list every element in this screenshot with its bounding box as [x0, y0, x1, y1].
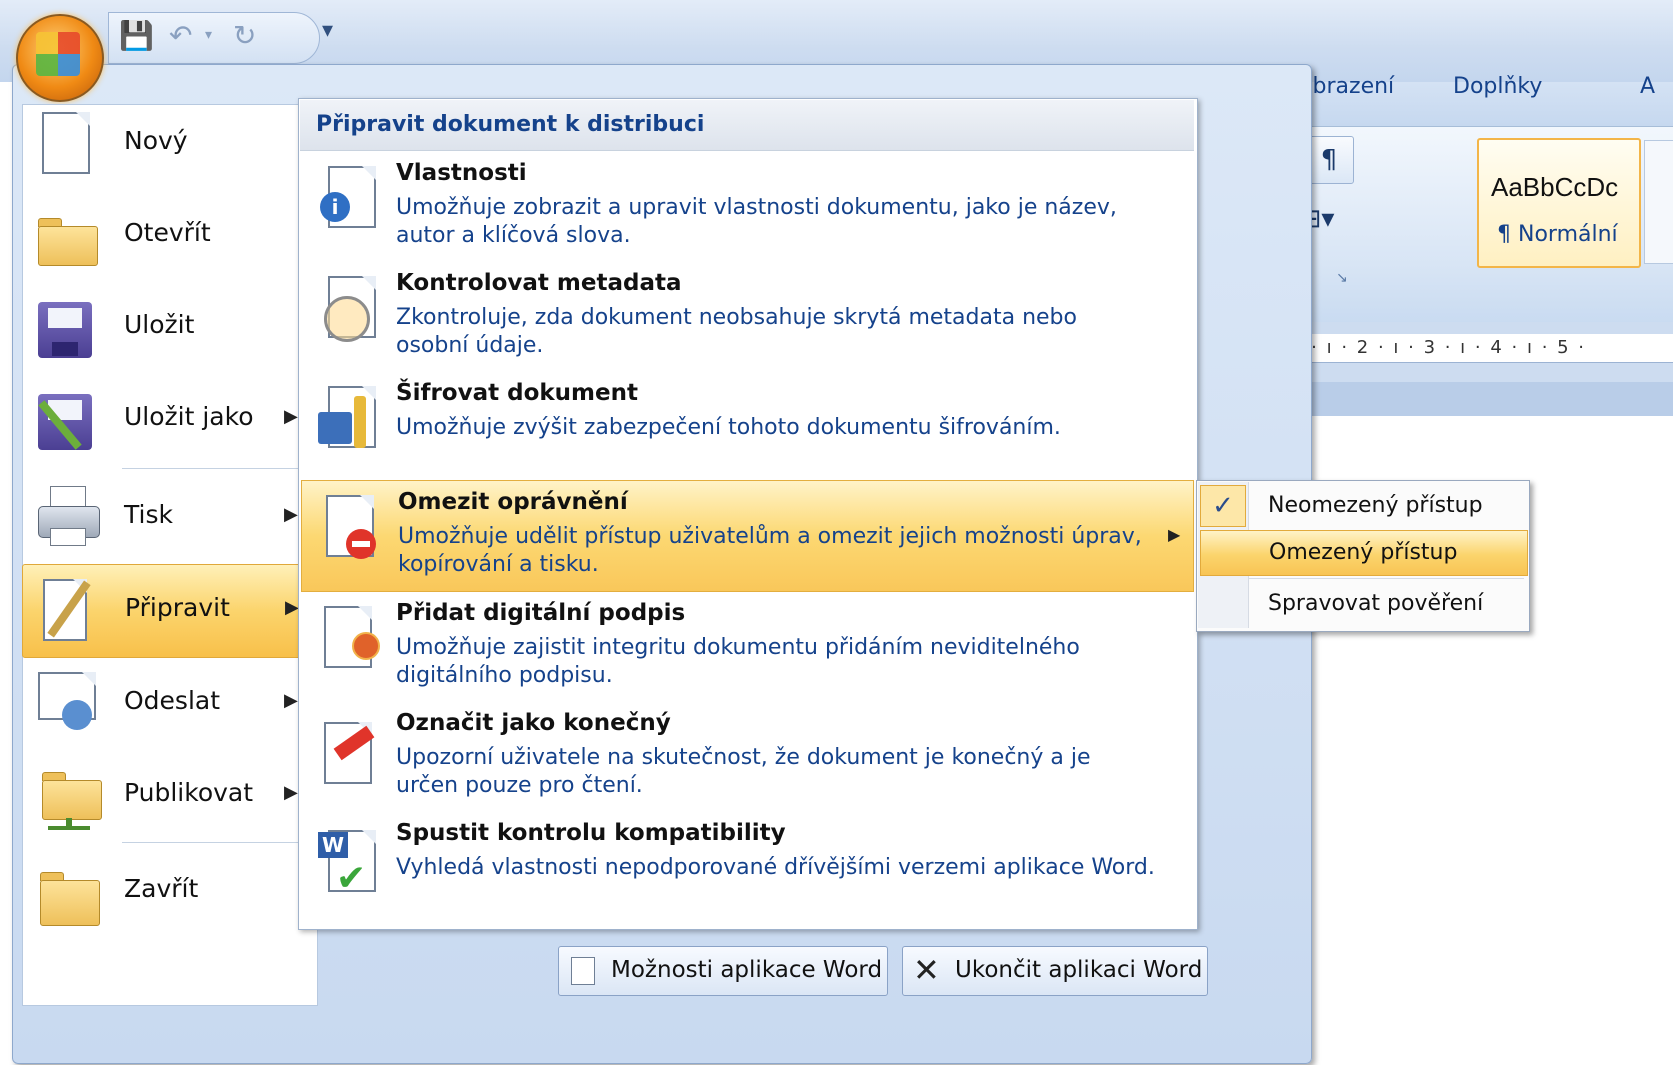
save-disk-icon: [36, 294, 98, 360]
menu-item-new[interactable]: Nový: [22, 98, 316, 190]
menu-item-publish[interactable]: Publikovat ▶: [22, 750, 316, 842]
style-name-label: ¶ Normální: [1497, 222, 1618, 247]
prepare-icon: [37, 577, 99, 643]
submenu-arrow-icon: ▶: [285, 597, 299, 618]
submenu-arrow-icon: ▶: [1168, 525, 1181, 544]
menu-item-prepare[interactable]: Připravit ▶: [22, 564, 318, 658]
prepare-item-inspect[interactable]: Kontrolovat metadata Zkontroluje, zda do…: [300, 262, 1194, 372]
ruler[interactable]: 1 · ı · 2 · ı · 3 · ı · 4 · ı · 5 ·: [1290, 334, 1673, 363]
submenu-arrow-icon: ▶: [284, 504, 298, 525]
undo-dropdown-icon[interactable]: ▾: [205, 27, 212, 43]
menu-item-close[interactable]: Zavřít: [22, 846, 316, 938]
dialog-launcher-icon[interactable]: ↘: [1336, 270, 1348, 286]
menu-item-save-as[interactable]: Uložit jako ▶: [22, 374, 316, 466]
prepare-panel-title: Připravit dokument k distribuci: [316, 112, 705, 137]
submenu-arrow-icon: ▶: [284, 782, 298, 803]
tab-doplnky[interactable]: Doplňky: [1453, 74, 1542, 99]
menu-item-save[interactable]: Uložit: [22, 282, 316, 374]
options-icon: [571, 957, 595, 985]
undo-icon[interactable]: ↶: [169, 19, 192, 52]
digital-signature-icon: [314, 602, 380, 672]
save-icon[interactable]: 💾: [119, 19, 154, 52]
restrict-permission-icon: [316, 491, 380, 561]
publish-icon: [36, 762, 102, 830]
encrypt-icon: [314, 382, 378, 452]
style-next-tile[interactable]: [1644, 140, 1673, 264]
submenu-item-unrestricted[interactable]: Neomezený přístup: [1200, 484, 1526, 528]
style-sample-text: AaBbCcDc: [1491, 172, 1619, 202]
tab-partial-a[interactable]: A: [1640, 74, 1655, 99]
submenu-arrow-icon: ▶: [284, 406, 298, 427]
close-icon: ✕: [913, 951, 940, 989]
inspect-document-icon: [314, 272, 378, 342]
customize-toolbar-icon[interactable]: ▾: [322, 18, 333, 43]
printer-icon: [36, 484, 100, 550]
save-as-icon: [36, 386, 98, 452]
submenu-arrow-icon: ▶: [284, 690, 298, 711]
separator: [1248, 578, 1524, 579]
send-icon: [36, 670, 98, 736]
style-normal-tile[interactable]: [1477, 138, 1641, 268]
prepare-item-restrict[interactable]: Omezit oprávnění Umožňuje udělit přístup…: [301, 480, 1194, 592]
word-options-button[interactable]: Možnosti aplikace Word: [558, 946, 888, 996]
open-folder-icon: [36, 202, 98, 268]
properties-icon: i: [314, 162, 378, 232]
close-folder-icon: [36, 858, 100, 926]
submenu-item-restricted[interactable]: Omezený přístup: [1200, 530, 1528, 576]
compatibility-checker-icon: W ✔: [314, 822, 378, 897]
menu-item-print[interactable]: Tisk ▶: [22, 472, 316, 564]
check-icon: ✓: [1200, 485, 1246, 527]
quick-access-toolbar: 💾 ↶ ▾ ↻: [108, 12, 320, 64]
separator: [122, 468, 312, 469]
exit-word-button[interactable]: ✕ Ukončit aplikaci Word: [902, 946, 1208, 996]
office-logo-icon: [36, 32, 80, 76]
redo-icon[interactable]: ↻: [233, 19, 256, 52]
separator: [122, 842, 312, 843]
menu-item-send[interactable]: Odeslat ▶: [22, 658, 316, 750]
prepare-item-compatibility[interactable]: W ✔ Spustit kontrolu kompatibility Vyhle…: [300, 812, 1194, 922]
menu-item-open[interactable]: Otevřít: [22, 190, 316, 282]
prepare-item-final[interactable]: Označit jako konečný Upozorní uživatele …: [300, 702, 1194, 812]
document-margin: [1290, 382, 1673, 416]
new-document-icon: [36, 110, 98, 176]
mark-final-icon: [314, 712, 378, 784]
prepare-item-signature[interactable]: Přidat digitální podpis Umožňuje zajisti…: [300, 592, 1194, 702]
prepare-item-properties[interactable]: i Vlastnosti Umožňuje zobrazit a upravit…: [300, 152, 1194, 262]
submenu-item-manage-credentials[interactable]: Spravovat pověření: [1200, 582, 1526, 626]
prepare-item-encrypt[interactable]: Šifrovat dokument Umožňuje zvýšit zabezp…: [300, 372, 1194, 482]
